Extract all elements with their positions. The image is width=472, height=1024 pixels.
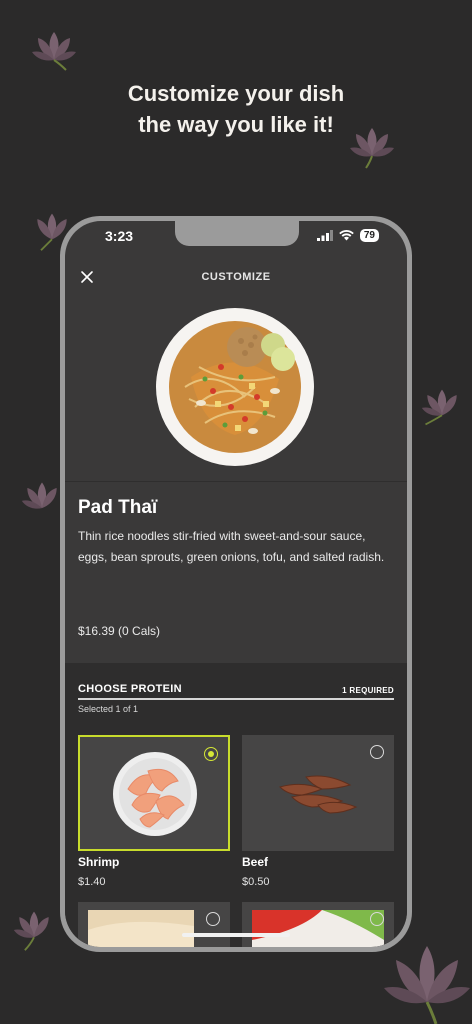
divider bbox=[65, 481, 407, 482]
radio-button[interactable] bbox=[370, 912, 384, 926]
protein-option-shrimp[interactable] bbox=[78, 735, 230, 851]
lotus-icon bbox=[21, 482, 57, 509]
protein-price: $1.40 bbox=[78, 876, 106, 888]
shrimp-image bbox=[113, 752, 197, 836]
headline-line-1: Customize your dish bbox=[127, 81, 345, 106]
dish-price: $16.39 (0 Cals) bbox=[78, 624, 161, 638]
protein-section: CHOOSE PROTEIN 1 REQUIRED Selected 1 of … bbox=[65, 663, 407, 947]
headline-line-2: the way you like it! bbox=[138, 112, 334, 137]
status-time: 3:23 bbox=[105, 228, 134, 244]
required-badge: 1 REQUIRED bbox=[342, 686, 394, 695]
wifi-icon bbox=[339, 230, 354, 241]
protein-name: Beef bbox=[242, 855, 269, 869]
protein-option-beef[interactable] bbox=[242, 735, 394, 851]
dish-description: Thin rice noodles stir-fried with sweet-… bbox=[78, 529, 385, 564]
page-title: CUSTOMIZE bbox=[201, 271, 271, 283]
signal-icon bbox=[316, 230, 333, 241]
section-title: CHOOSE PROTEIN bbox=[78, 683, 182, 695]
notch bbox=[175, 221, 299, 246]
protein-option[interactable] bbox=[78, 902, 230, 947]
dish-name: Pad Thaï bbox=[78, 497, 158, 518]
radio-button[interactable] bbox=[206, 912, 220, 926]
protein-option[interactable] bbox=[242, 902, 394, 947]
headline: Customize your dish the way you like it! bbox=[0, 78, 472, 140]
dish-image bbox=[156, 308, 314, 466]
radio-button[interactable] bbox=[370, 745, 384, 759]
lotus-icon bbox=[421, 389, 457, 426]
radio-button[interactable] bbox=[204, 747, 218, 761]
battery-indicator: 79 bbox=[359, 229, 379, 242]
selected-count: Selected 1 of 1 bbox=[78, 704, 139, 714]
chicken-image bbox=[88, 910, 194, 947]
beef-image bbox=[279, 775, 358, 814]
protein-price: $0.50 bbox=[242, 876, 270, 888]
status-icons: 79 bbox=[316, 229, 379, 242]
lotus-icon bbox=[32, 32, 76, 71]
phone-screen: 3:23 79 CUSTOMIZE Pad Thaï Thin rice noo… bbox=[65, 221, 407, 947]
home-indicator bbox=[182, 933, 290, 937]
lotus-icon bbox=[384, 946, 470, 1024]
tofu-image bbox=[252, 910, 384, 947]
section-divider bbox=[78, 698, 394, 700]
lotus-icon bbox=[13, 911, 49, 951]
protein-name: Shrimp bbox=[78, 855, 120, 869]
